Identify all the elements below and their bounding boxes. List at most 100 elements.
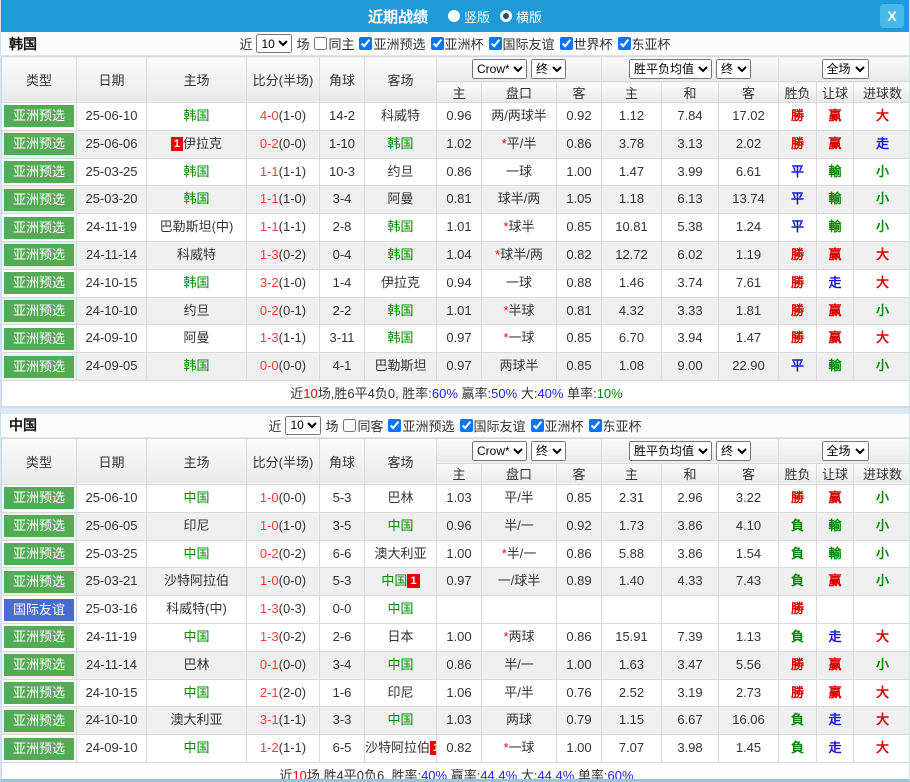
cell-score: 1-0(0-0) bbox=[247, 484, 320, 512]
summary-part: 单率: bbox=[563, 386, 596, 401]
odds-company-select[interactable]: Crow* bbox=[472, 441, 527, 461]
cell-corners: 3-3 bbox=[320, 707, 365, 735]
table-body: 亚洲预选25-06-10中国1-0(0-0)5-3巴林1.03平/半0.852.… bbox=[2, 484, 910, 782]
cell-result-handicap: 赢 bbox=[817, 325, 854, 353]
cell-result-handicap: 赢 bbox=[817, 651, 854, 679]
same-venue-filter-checkbox[interactable] bbox=[343, 419, 356, 432]
radio-unselected-icon bbox=[448, 10, 460, 22]
cell-score: 1-0(1-0) bbox=[247, 512, 320, 540]
cell-date: 25-03-21 bbox=[77, 568, 147, 596]
wdl-final-select[interactable]: 终 bbox=[716, 59, 751, 79]
cell-avg-win: 6.70 bbox=[602, 325, 662, 353]
table-row: 亚洲预选25-06-05印尼1-0(1-0)3-5中国0.96半/一0.921.… bbox=[2, 512, 910, 540]
cell-avg-draw: 7.39 bbox=[662, 623, 719, 651]
cell-avg-win: 1.40 bbox=[602, 568, 662, 596]
wdl-final-select[interactable]: 终 bbox=[716, 441, 751, 461]
competition-filter-1[interactable]: 亚洲杯 bbox=[431, 34, 484, 53]
competition-filter-3-checkbox[interactable] bbox=[560, 37, 573, 50]
competition-filter-2[interactable]: 国际友谊 bbox=[489, 34, 555, 53]
col-header-4: 角球 bbox=[320, 438, 365, 484]
cell-avg-lose: 6.61 bbox=[719, 158, 779, 186]
competition-filter-1-checkbox[interactable] bbox=[431, 37, 444, 50]
competition-filter-1-checkbox[interactable] bbox=[460, 419, 473, 432]
competition-filter-0-checkbox[interactable] bbox=[388, 419, 401, 432]
match-count-select[interactable]: 10 bbox=[256, 34, 292, 53]
sub-header-7: 让球 bbox=[817, 463, 854, 484]
odds-final-select[interactable]: 终 bbox=[531, 59, 566, 79]
cell-avg-win bbox=[602, 596, 662, 624]
odds-final-select[interactable]: 终 bbox=[531, 441, 566, 461]
handicap-text: 一球 bbox=[506, 275, 532, 290]
cell-avg-draw: 9.00 bbox=[662, 353, 719, 381]
cell-odds-home: 0.81 bbox=[437, 186, 482, 214]
competition-filter-0[interactable]: 亚洲预选 bbox=[359, 34, 425, 53]
cell-avg-draw bbox=[662, 596, 719, 624]
cell-handicap-line: *球半/两 bbox=[482, 241, 557, 269]
radio-selected-icon bbox=[500, 10, 512, 22]
competition-filter-0-checkbox[interactable] bbox=[359, 37, 372, 50]
same-venue-filter-checkbox[interactable] bbox=[314, 37, 327, 50]
competition-filter-2[interactable]: 亚洲杯 bbox=[531, 416, 584, 435]
competition-filter-1[interactable]: 国际友谊 bbox=[460, 416, 526, 435]
same-venue-filter[interactable]: 同客 bbox=[343, 416, 383, 435]
same-venue-filter[interactable]: 同主 bbox=[314, 34, 354, 53]
competition-filter-2-checkbox[interactable] bbox=[489, 37, 502, 50]
cell-away-team: 中国1 bbox=[365, 568, 437, 596]
match-count-select[interactable]: 10 bbox=[285, 416, 321, 435]
radio-vertical-label: 竖版 bbox=[464, 7, 490, 26]
competition-filter-3[interactable]: 世界杯 bbox=[560, 34, 613, 53]
home-team-name: 韩国 bbox=[183, 358, 209, 373]
cell-home-team: 韩国 bbox=[147, 186, 247, 214]
competition-filter-2-checkbox[interactable] bbox=[531, 419, 544, 432]
cell-score: 1-3(0-2) bbox=[247, 241, 320, 269]
col-header-4: 角球 bbox=[320, 57, 365, 103]
competition-filter-3[interactable]: 东亚杯 bbox=[589, 416, 642, 435]
table-row: 亚洲预选24-09-10中国1-2(1-1)6-5沙特阿拉伯10.82*一球1.… bbox=[2, 735, 910, 763]
table-row: 亚洲预选25-03-21沙特阿拉伯1-0(0-0)5-3中国10.97一/球半0… bbox=[2, 568, 910, 596]
cell-handicap-line: 一球 bbox=[482, 269, 557, 297]
wdl-avg-select[interactable]: 胜平负均值 bbox=[629, 441, 712, 461]
competition-filter-3-checkbox[interactable] bbox=[589, 419, 602, 432]
radio-horizontal-layout[interactable]: 横版 bbox=[500, 7, 542, 26]
competition-filter-0-label: 亚洲预选 bbox=[373, 34, 425, 53]
scope-select[interactable]: 全场 bbox=[822, 441, 869, 461]
home-team-name: 巴林 bbox=[183, 657, 209, 672]
cell-home-team: 中国 bbox=[147, 623, 247, 651]
cell-match-type: 亚洲预选 bbox=[2, 186, 77, 214]
cell-home-team: 科威特 bbox=[147, 241, 247, 269]
cell-odds-home: 1.01 bbox=[437, 297, 482, 325]
halftime-score: (1-0) bbox=[279, 275, 306, 290]
section-china: 中国近10场同客亚洲预选国际友谊亚洲杯东亚杯类型日期主场比分(半场)角球客场Cr… bbox=[1, 414, 909, 782]
wdl-avg-select[interactable]: 胜平负均值 bbox=[629, 59, 712, 79]
sub-header-7: 让球 bbox=[817, 82, 854, 103]
cell-result-wdl: 平 bbox=[779, 186, 817, 214]
close-icon[interactable]: X bbox=[880, 4, 904, 28]
cell-away-team: 韩国 bbox=[365, 297, 437, 325]
cell-corners: 0-0 bbox=[320, 596, 365, 624]
cell-corners: 5-3 bbox=[320, 568, 365, 596]
sub-header-5: 客 bbox=[719, 82, 779, 103]
cell-away-team: 韩国 bbox=[365, 130, 437, 158]
competition-filter-4[interactable]: 东亚杯 bbox=[618, 34, 671, 53]
fulltime-score: 1-2 bbox=[260, 740, 279, 755]
cell-result-goals: 小 bbox=[854, 512, 910, 540]
cell-away-team: 日本 bbox=[365, 623, 437, 651]
odds-company-select[interactable]: Crow* bbox=[472, 59, 527, 79]
away-team-name: 科威特 bbox=[381, 108, 420, 123]
competition-filter-0-label: 亚洲预选 bbox=[402, 416, 454, 435]
sub-header-6: 胜负 bbox=[779, 82, 817, 103]
radio-vertical-layout[interactable]: 竖版 bbox=[448, 7, 490, 26]
cell-score: 1-2(1-1) bbox=[247, 735, 320, 763]
col-header-3: 比分(半场) bbox=[247, 57, 320, 103]
scope-select[interactable]: 全场 bbox=[822, 59, 869, 79]
away-team-name: 中国 bbox=[387, 601, 413, 616]
cell-avg-win: 2.31 bbox=[602, 484, 662, 512]
summary-text: 近10场,胜6平4负0, 胜率:60% 赢率:50% 大:40% 单率:10% bbox=[2, 380, 910, 406]
competition-filter-0[interactable]: 亚洲预选 bbox=[388, 416, 454, 435]
cell-date: 24-09-05 bbox=[77, 353, 147, 381]
cell-odds-away: 0.81 bbox=[557, 297, 602, 325]
home-team-name: 韩国 bbox=[183, 275, 209, 290]
cell-score: 0-2(0-2) bbox=[247, 540, 320, 568]
competition-filter-4-checkbox[interactable] bbox=[618, 37, 631, 50]
cell-odds-away: 1.00 bbox=[557, 158, 602, 186]
